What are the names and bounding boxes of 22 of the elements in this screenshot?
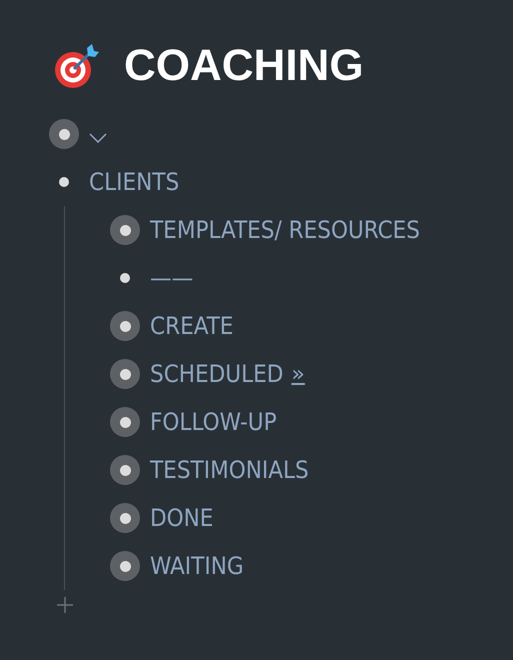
collapsed-bullet[interactable]	[110, 455, 140, 485]
item-text: DONE	[150, 504, 214, 532]
item-text: WAITING	[150, 552, 244, 580]
item-text: TESTIMONIALS	[150, 456, 309, 484]
add-icon[interactable]	[56, 596, 74, 614]
zoom-link[interactable]: »	[291, 362, 305, 386]
collapsed-bullet[interactable]	[110, 359, 140, 389]
collapsed-bullet[interactable]	[110, 215, 140, 245]
item-text: CLIENTS	[89, 168, 180, 196]
collapsed-bullet[interactable]	[110, 503, 140, 533]
item-text: CREATE	[150, 312, 234, 340]
page-title: COACHING	[124, 40, 364, 92]
collapsed-bullet[interactable]	[110, 551, 140, 581]
target-icon	[54, 43, 100, 89]
collapsed-bullet[interactable]	[110, 311, 140, 341]
item-text: ——	[150, 264, 194, 292]
item-text: SCHEDULED	[150, 360, 284, 388]
item-text: FOLLOW-UP	[150, 408, 277, 436]
chevron-down-icon[interactable]	[89, 133, 107, 143]
collapsed-bullet[interactable]	[110, 407, 140, 437]
item-text: TEMPLATES/ RESOURCES	[150, 216, 420, 244]
collapsed-bullet[interactable]	[49, 119, 79, 149]
